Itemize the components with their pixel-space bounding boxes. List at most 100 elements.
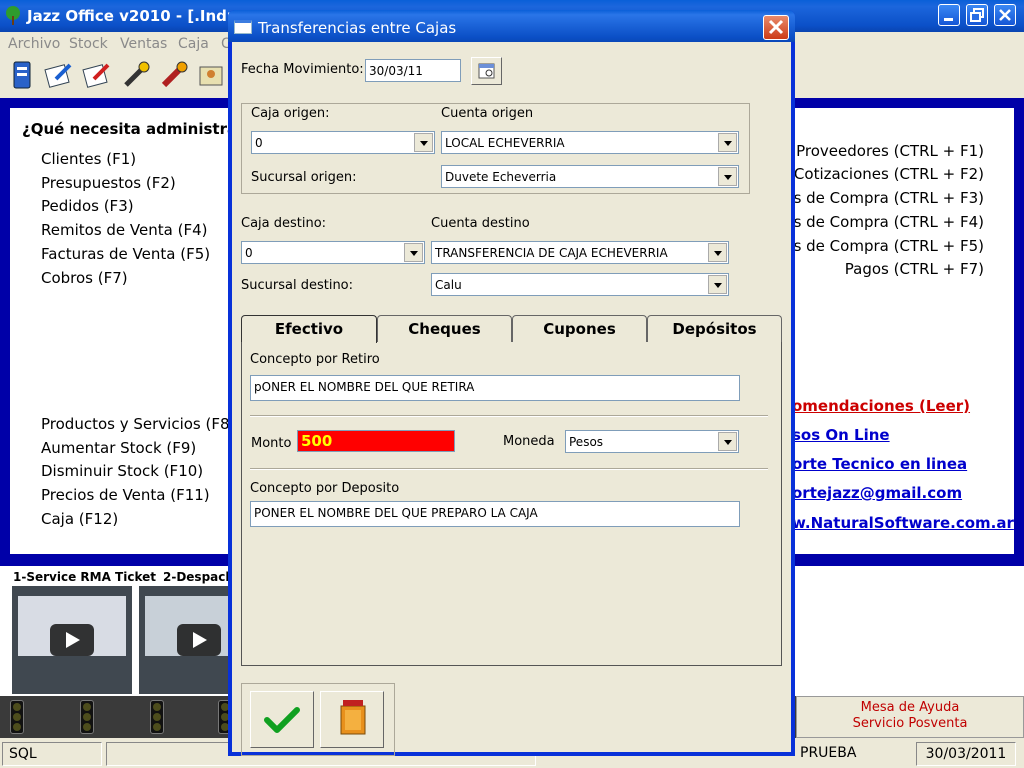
link-compra-2[interactable]: s de Compra (CTRL + F4) bbox=[794, 213, 984, 231]
tab-efectivo[interactable]: Efectivo bbox=[241, 315, 377, 343]
cuenta-destino-select[interactable]: TRANSFERENCIA DE CAJA ECHEVERRIA bbox=[431, 241, 729, 264]
link-pedidos[interactable]: Pedidos (F3) bbox=[41, 197, 134, 215]
calendar-button[interactable] bbox=[471, 57, 502, 85]
link-recomendaciones[interactable]: omendaciones (Leer) bbox=[792, 397, 970, 415]
minimize-button[interactable] bbox=[938, 4, 960, 26]
link-remitos-venta[interactable]: Remitos de Venta (F4) bbox=[41, 221, 207, 239]
link-website[interactable]: w.NaturalSoftware.com.ar bbox=[792, 514, 1014, 532]
deposito-input[interactable]: PONER EL NOMBRE DEL QUE PREPARO LA CAJA bbox=[250, 501, 740, 527]
video-thumb-2[interactable] bbox=[139, 586, 229, 694]
book-icon[interactable] bbox=[6, 59, 38, 91]
admin-heading: ¿Qué necesita administra bbox=[22, 120, 238, 138]
sucursal-destino-value: Calu bbox=[435, 278, 462, 292]
dialog-title: Transferencias entre Cajas bbox=[258, 19, 457, 37]
exit-door-icon bbox=[340, 700, 366, 735]
sucursal-destino-select[interactable]: Calu bbox=[431, 273, 729, 296]
link-clientes[interactable]: Clientes (F1) bbox=[41, 150, 136, 168]
link-precios-venta[interactable]: Precios de Venta (F11) bbox=[41, 486, 210, 504]
link-compra-3[interactable]: s de Compra (CTRL + F5) bbox=[794, 237, 984, 255]
link-facturas-venta[interactable]: Facturas de Venta (F5) bbox=[41, 245, 210, 263]
tab-panel-efectivo: Concepto por Retiro pONER EL NOMBRE DEL … bbox=[241, 342, 782, 666]
restore-button[interactable] bbox=[966, 4, 988, 26]
retiro-label: Concepto por Retiro bbox=[250, 352, 380, 367]
broom-icon[interactable] bbox=[158, 59, 190, 91]
chevron-down-icon[interactable] bbox=[718, 432, 737, 451]
tree-logo-icon bbox=[6, 6, 20, 25]
traffic-light-icon bbox=[10, 700, 24, 734]
transfer-dialog: Transferencias entre Cajas Fecha Movimie… bbox=[228, 10, 795, 756]
retiro-input[interactable]: pONER EL NOMBRE DEL QUE RETIRA bbox=[250, 375, 740, 401]
status-company: PRUEBA bbox=[800, 745, 857, 761]
link-disminuir-stock[interactable]: Disminuir Stock (F10) bbox=[41, 462, 203, 480]
chevron-down-icon[interactable] bbox=[708, 243, 727, 262]
window-icon bbox=[234, 20, 252, 34]
moneda-value: Pesos bbox=[569, 435, 604, 449]
separator bbox=[250, 468, 768, 470]
play-icon[interactable] bbox=[177, 624, 221, 656]
tab-strip: Efectivo Cheques Cupones Depósitos bbox=[241, 315, 782, 343]
traffic-light-icon bbox=[150, 700, 164, 734]
app-title: Jazz Office v2010 - [.Indus bbox=[27, 7, 247, 25]
paper-pen-icon[interactable] bbox=[42, 59, 74, 91]
link-aumentar-stock[interactable]: Aumentar Stock (F9) bbox=[41, 439, 196, 457]
close-icon bbox=[768, 19, 784, 35]
wrench-icon[interactable] bbox=[120, 59, 152, 91]
checkmark-icon bbox=[264, 707, 300, 733]
tab-cupones[interactable]: Cupones bbox=[512, 315, 647, 342]
chevron-down-icon[interactable] bbox=[404, 243, 423, 262]
fecha-input[interactable]: 30/03/11 bbox=[365, 59, 461, 82]
chevron-down-icon[interactable] bbox=[718, 133, 737, 152]
link-proveedores[interactable]: Proveedores (CTRL + F1) bbox=[796, 142, 984, 160]
link-cotizaciones[interactable]: Cotizaciones (CTRL + F2) bbox=[794, 165, 984, 183]
link-presupuestos[interactable]: Presupuestos (F2) bbox=[41, 174, 176, 192]
link-pagos[interactable]: Pagos (CTRL + F7) bbox=[845, 260, 984, 278]
tab-cheques[interactable]: Cheques bbox=[377, 315, 512, 342]
dialog-titlebar[interactable]: Transferencias entre Cajas bbox=[228, 10, 795, 42]
help-desk-box[interactable]: Mesa de Ayuda Servicio Posventa bbox=[796, 696, 1024, 738]
caja-origen-select[interactable]: 0 bbox=[251, 131, 435, 154]
link-productos[interactable]: Productos y Servicios (F8 bbox=[41, 415, 230, 433]
dialog-body: Fecha Movimiento: 30/03/11 Caja origen: … bbox=[232, 42, 791, 756]
caja-destino-label: Caja destino: bbox=[241, 216, 327, 231]
status-date: 30/03/2011 bbox=[916, 742, 1016, 766]
dialog-close-button[interactable] bbox=[763, 15, 789, 40]
menu-caja[interactable]: Caja bbox=[178, 36, 209, 52]
exit-button[interactable] bbox=[320, 691, 384, 748]
play-icon[interactable] bbox=[50, 624, 94, 656]
status-db: SQL bbox=[2, 742, 102, 766]
menu-ventas[interactable]: Ventas bbox=[120, 36, 167, 52]
cuenta-destino-label: Cuenta destino bbox=[431, 216, 530, 231]
chevron-down-icon[interactable] bbox=[708, 275, 727, 294]
caja-destino-value: 0 bbox=[245, 246, 253, 260]
help-line-1: Mesa de Ayuda bbox=[860, 700, 960, 715]
confirm-button[interactable] bbox=[250, 691, 314, 748]
menu-stock[interactable]: Stock bbox=[69, 36, 108, 52]
sucursal-origen-select[interactable]: Duvete Echeverria bbox=[441, 165, 739, 188]
video-thumb-1[interactable] bbox=[12, 586, 132, 694]
link-cursos-online[interactable]: sos On Line bbox=[792, 426, 890, 444]
moneda-select[interactable]: Pesos bbox=[565, 430, 739, 453]
moneda-label: Moneda bbox=[503, 434, 555, 449]
link-soporte-email[interactable]: ortejazz@gmail.com bbox=[792, 484, 962, 502]
caja-destino-select[interactable]: 0 bbox=[241, 241, 425, 264]
menu-archivo[interactable]: Archivo bbox=[8, 36, 60, 52]
paper-pen-red-icon[interactable] bbox=[80, 59, 112, 91]
chevron-down-icon[interactable] bbox=[718, 167, 737, 186]
cuenta-origen-label: Cuenta origen bbox=[441, 106, 534, 121]
tab-depositos[interactable]: Depósitos bbox=[647, 315, 782, 342]
link-soporte-tecnico[interactable]: orte Tecnico en linea bbox=[792, 455, 967, 473]
deposito-label: Concepto por Deposito bbox=[250, 481, 400, 496]
link-caja[interactable]: Caja (F12) bbox=[41, 510, 118, 528]
cuenta-origen-select[interactable]: LOCAL ECHEVERRIA bbox=[441, 131, 739, 154]
caja-origen-label: Caja origen: bbox=[251, 106, 330, 121]
person-icon[interactable] bbox=[196, 59, 228, 91]
video-title-1: 1-Service RMA Ticket bbox=[13, 570, 156, 584]
chevron-down-icon[interactable] bbox=[414, 133, 433, 152]
traffic-light-icon bbox=[80, 700, 94, 734]
app-close-button[interactable] bbox=[994, 4, 1016, 26]
link-compra-1[interactable]: s de Compra (CTRL + F3) bbox=[794, 189, 984, 207]
fecha-label: Fecha Movimiento: bbox=[241, 62, 364, 77]
link-cobros[interactable]: Cobros (F7) bbox=[41, 269, 128, 287]
monto-input[interactable]: 500 bbox=[297, 430, 455, 452]
sucursal-origen-value: Duvete Echeverria bbox=[445, 170, 557, 184]
